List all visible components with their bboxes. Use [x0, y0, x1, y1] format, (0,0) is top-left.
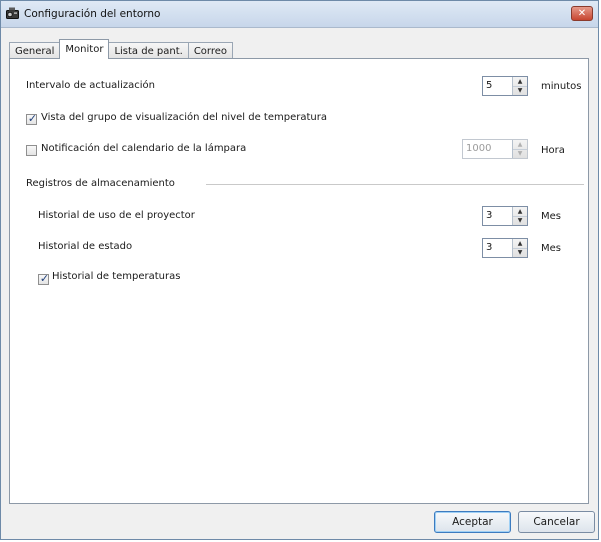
close-icon: ✕	[577, 8, 587, 19]
update-interval-label: Intervalo de actualización	[26, 80, 155, 91]
cancel-button[interactable]: Cancelar	[518, 511, 595, 533]
tab-screen-list[interactable]: Lista de pant.	[108, 42, 189, 59]
lamp-hours-value[interactable]: 1000	[466, 143, 491, 154]
usage-history-unit: Mes	[541, 211, 561, 222]
spinner-buttons: ▲ ▼	[512, 239, 527, 257]
tab-monitor[interactable]: Monitor	[59, 39, 110, 59]
status-history-label: Historial de estado	[38, 241, 133, 252]
update-interval-spinner[interactable]: 5 ▲ ▼	[482, 76, 528, 96]
monitor-tab-panel: Intervalo de actualización 5 ▲ ▼ minutos…	[9, 58, 589, 504]
usage-history-spinner[interactable]: 3 ▲ ▼	[482, 206, 528, 226]
status-history-spinner[interactable]: 3 ▲ ▼	[482, 238, 528, 258]
check-icon: ✓	[27, 112, 38, 125]
title-bar[interactable]: Configuración del entorno ✕	[1, 1, 598, 28]
tab-strip: General Monitor Lista de pant. Correo	[9, 39, 234, 59]
spinner-buttons: ▲ ▼	[512, 77, 527, 95]
lamp-notification-label[interactable]: Notificación del calendario de la lámpar…	[41, 143, 246, 154]
usage-history-value[interactable]: 3	[486, 210, 492, 221]
spin-down-icon[interactable]: ▼	[513, 149, 527, 158]
lamp-notification-checkbox[interactable]	[26, 145, 37, 156]
update-interval-value[interactable]: 5	[486, 80, 492, 91]
temperature-history-checkbox[interactable]: ✓	[38, 272, 50, 285]
close-button[interactable]: ✕	[571, 6, 593, 21]
lamp-hours-unit: Hora	[541, 145, 565, 156]
lamp-hours-spinner[interactable]: 1000 ▲ ▼	[462, 139, 528, 159]
spinner-buttons: ▲ ▼	[512, 207, 527, 225]
tab-general[interactable]: General	[9, 42, 61, 59]
usage-history-label: Historial de uso de el proyector	[38, 210, 195, 221]
config-dialog: Configuración del entorno ✕ General Moni…	[0, 0, 599, 540]
check-icon: ✓	[39, 272, 50, 285]
storage-group-label: Registros de almacenamiento	[26, 178, 175, 189]
update-interval-unit: minutos	[541, 81, 582, 92]
status-history-value[interactable]: 3	[486, 242, 492, 253]
temperature-view-label[interactable]: Vista del grupo de visualización del niv…	[41, 112, 327, 123]
group-divider	[206, 184, 584, 185]
window-title: Configuración del entorno	[24, 8, 161, 20]
temperature-view-checkbox[interactable]: ✓	[26, 112, 38, 125]
projector-app-icon	[6, 7, 19, 19]
accept-button[interactable]: Aceptar	[434, 511, 511, 533]
tab-mail[interactable]: Correo	[187, 42, 234, 59]
spin-down-icon[interactable]: ▼	[513, 248, 527, 257]
spin-down-icon[interactable]: ▼	[513, 216, 527, 225]
temperature-history-label[interactable]: Historial de temperaturas	[52, 271, 180, 282]
spin-down-icon[interactable]: ▼	[513, 86, 527, 95]
status-history-unit: Mes	[541, 243, 561, 254]
spinner-buttons: ▲ ▼	[512, 140, 527, 158]
